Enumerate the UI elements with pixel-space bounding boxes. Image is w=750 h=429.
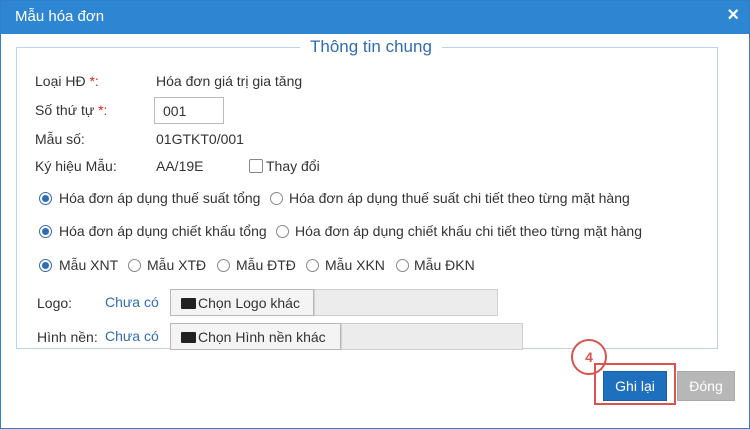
choose-logo-button-label: Chọn Logo khác [198,295,300,311]
radio-template-xtd-label[interactable]: Mẫu XTĐ [147,257,206,273]
radio-discount-detail[interactable] [276,225,289,238]
folder-open-icon [181,332,196,343]
radio-tax-total-label[interactable]: Hóa đơn áp dụng thuế suất tổng [59,190,260,206]
choose-logo-button[interactable]: Chọn Logo khác [170,289,314,316]
choose-background-button[interactable]: Chọn Hình nền khác [170,323,341,350]
background-file-field[interactable] [341,323,523,350]
invoice-type-label: Loại HĐ *: [35,73,99,89]
dialog-title: Mẫu hóa đơn [15,8,105,25]
radio-tax-detail-label[interactable]: Hóa đơn áp dụng thuế suất chi tiết theo … [289,190,630,206]
required-marker: *: [98,102,108,118]
radio-template-xtd[interactable] [128,259,141,272]
radio-discount-total-label[interactable]: Hóa đơn áp dụng chiết khấu tổng [59,223,267,239]
radio-template-dkn[interactable] [396,259,409,272]
invoice-template-dialog: Mẫu hóa đơn × Thông tin chung Loại HĐ *:… [0,0,750,429]
choose-background-button-label: Chọn Hình nền khác [198,329,326,345]
close-button[interactable]: Đóng [677,371,735,401]
dialog-titlebar: Mẫu hóa đơn × [1,1,749,34]
radio-template-dtd-label[interactable]: Mẫu ĐTĐ [236,257,296,273]
radio-template-xnt[interactable] [39,259,52,272]
logo-status-link[interactable]: Chưa có [105,294,159,310]
required-marker: *: [89,73,99,89]
template-number-label: Mẫu số: [35,131,85,147]
close-icon[interactable]: × [727,4,739,27]
template-symbol-label: Ký hiệu Mẫu: [35,158,117,174]
change-symbol-label: Thay đổi [266,158,320,174]
radio-template-xkn-label[interactable]: Mẫu XKN [325,257,385,273]
save-button[interactable]: Ghi lại [603,371,667,401]
template-number-value: 01GTKT0/001 [156,131,244,147]
radio-discount-total[interactable] [39,225,52,238]
change-symbol-checkbox[interactable] [249,159,263,173]
radio-template-dtd[interactable] [217,259,230,272]
general-info-legend: Thông tin chung [300,37,442,57]
radio-template-dkn-label[interactable]: Mẫu ĐKN [414,257,475,273]
background-label: Hình nền: [37,329,98,345]
folder-open-icon [181,298,196,309]
radio-tax-total[interactable] [39,192,52,205]
background-status-link[interactable]: Chưa có [105,328,159,344]
radio-tax-detail[interactable] [270,192,283,205]
serial-number-label: Số thứ tự *: [35,102,108,118]
serial-number-input[interactable] [154,97,224,124]
radio-template-xnt-label[interactable]: Mẫu XNT [59,257,118,273]
radio-template-xkn[interactable] [306,259,319,272]
radio-discount-detail-label[interactable]: Hóa đơn áp dụng chiết khấu chi tiết theo… [295,223,642,239]
invoice-type-value: Hóa đơn giá trị gia tăng [156,73,303,89]
logo-file-field[interactable] [314,289,498,316]
logo-label: Logo: [37,295,73,311]
template-symbol-value: AA/19E [156,158,204,174]
